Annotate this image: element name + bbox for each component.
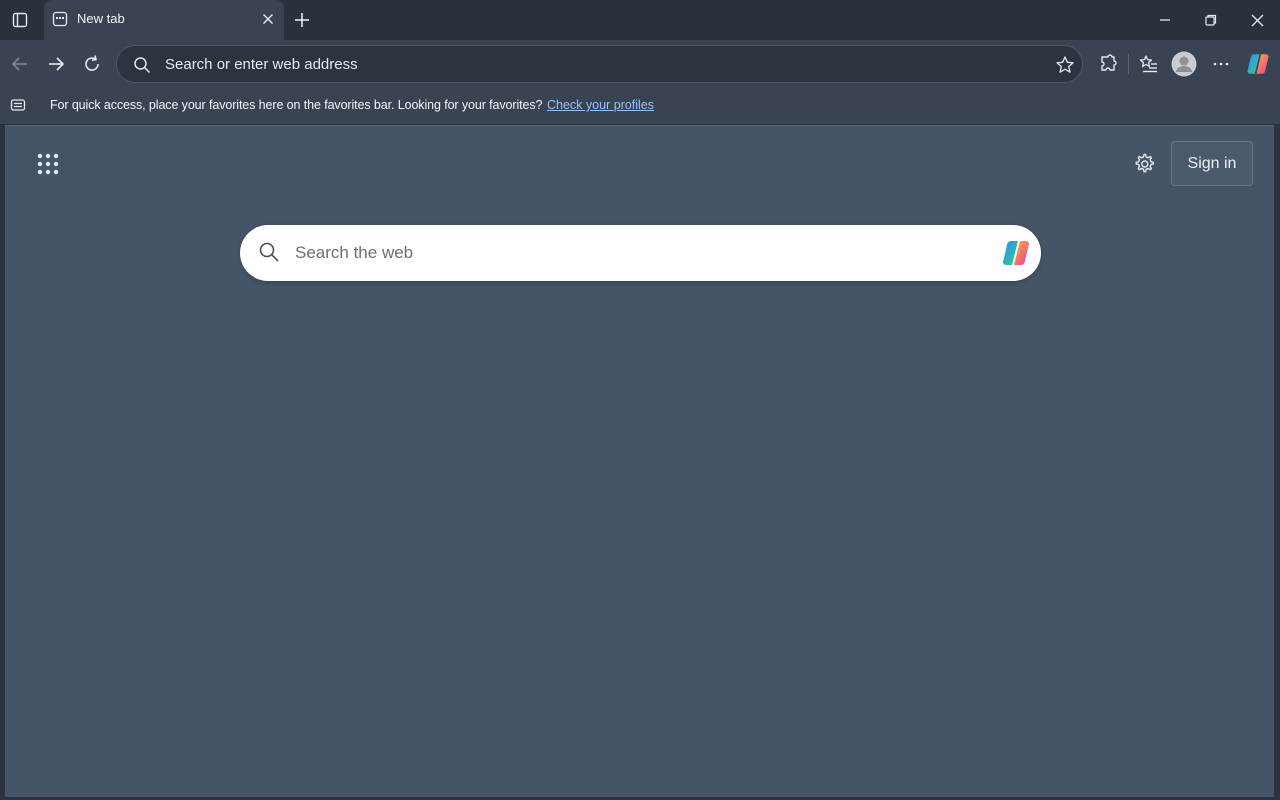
navigation-toolbar: Search or enter web address xyxy=(0,40,1280,88)
profile-icon xyxy=(1171,51,1197,77)
restore-icon xyxy=(1205,14,1217,26)
copilot-icon[interactable] xyxy=(1000,237,1032,269)
address-bar-placeholder: Search or enter web address xyxy=(165,56,358,73)
tab-actions-icon xyxy=(12,12,28,28)
toolbar-divider xyxy=(1128,54,1129,74)
new-tab-page-icon xyxy=(52,11,68,27)
copilot-icon xyxy=(1247,54,1269,74)
profile-button[interactable] xyxy=(1169,49,1199,79)
forward-icon xyxy=(49,57,65,71)
web-search-placeholder: Search the web xyxy=(295,243,414,262)
sign-in-button[interactable]: Sign in xyxy=(1171,141,1253,186)
search-icon xyxy=(134,57,151,74)
favorites-button[interactable] xyxy=(1134,49,1164,79)
reload-icon xyxy=(85,55,99,71)
star-icon[interactable] xyxy=(1055,55,1075,75)
tab-title: New tab xyxy=(77,11,125,26)
minimize-button[interactable] xyxy=(1142,0,1188,40)
close-icon xyxy=(1251,14,1263,26)
tab-actions-button[interactable] xyxy=(0,0,40,40)
more-icon xyxy=(1213,62,1229,66)
new-tab-page: Sign in Search the web xyxy=(5,125,1274,797)
favorites-bar: For quick access, place your favorites h… xyxy=(0,88,1280,124)
back-icon xyxy=(11,57,27,71)
address-bar[interactable]: Search or enter web address xyxy=(116,45,1083,83)
favorites-bar-message: For quick access, place your favorites h… xyxy=(50,98,543,112)
web-search-box[interactable]: Search the web xyxy=(240,225,1041,281)
new-tab-button[interactable] xyxy=(289,7,315,33)
favorites-bar-icon xyxy=(10,99,26,111)
forward-button[interactable] xyxy=(41,49,71,79)
check-your-profiles-link[interactable]: Check your profiles xyxy=(547,98,654,112)
title-bar: New tab xyxy=(0,0,1280,40)
extensions-icon xyxy=(1101,54,1117,71)
more-button[interactable] xyxy=(1206,49,1236,79)
favorites-icon xyxy=(1139,55,1157,73)
restore-button[interactable] xyxy=(1188,0,1234,40)
search-icon xyxy=(259,242,279,262)
extensions-button[interactable] xyxy=(1093,49,1123,79)
copilot-button[interactable] xyxy=(1243,49,1273,79)
apps-grid-icon[interactable] xyxy=(37,153,59,175)
tab-new-tab[interactable]: New tab xyxy=(44,0,284,40)
gear-icon[interactable] xyxy=(1132,152,1156,176)
plus-icon xyxy=(295,13,309,27)
back-button[interactable] xyxy=(5,49,35,79)
window-close-button[interactable] xyxy=(1234,0,1280,40)
close-icon[interactable] xyxy=(260,11,276,27)
minimize-icon xyxy=(1160,19,1170,21)
reload-button[interactable] xyxy=(77,49,107,79)
